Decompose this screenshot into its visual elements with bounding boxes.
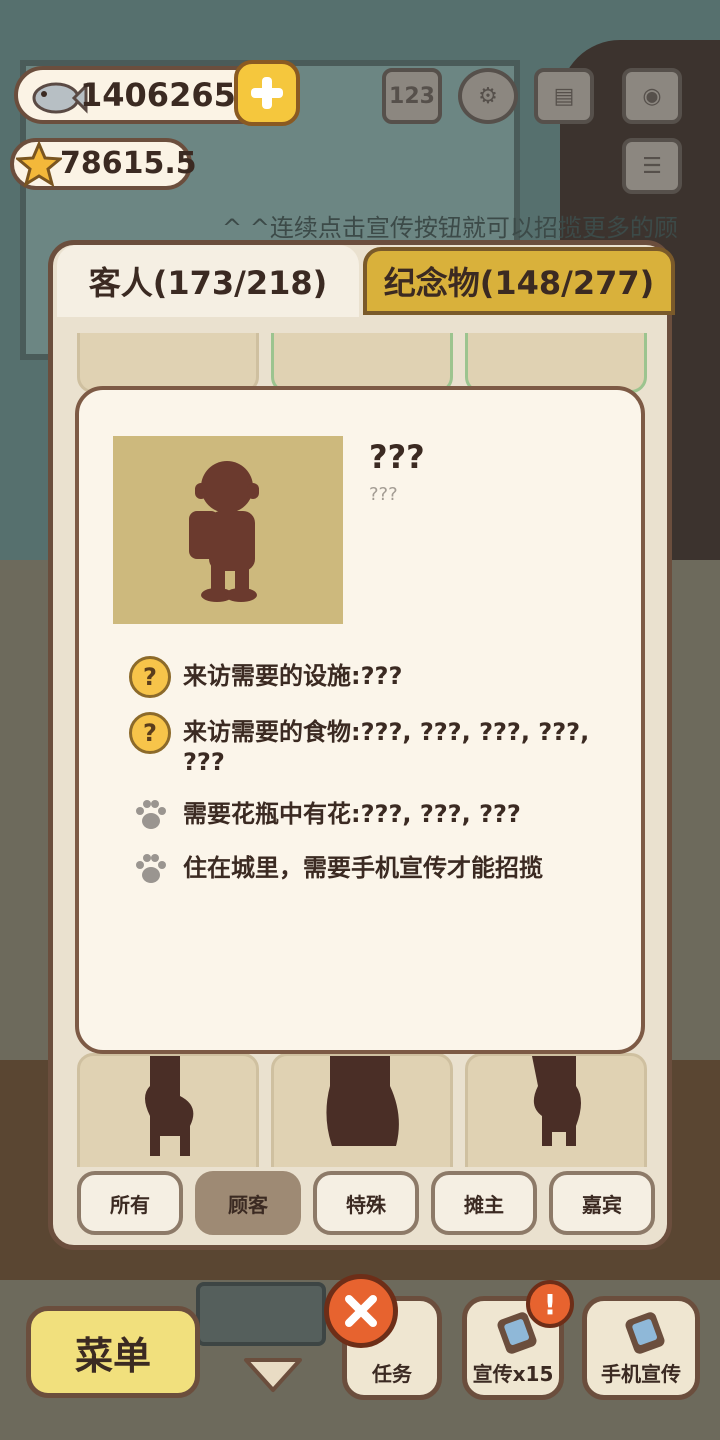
phone-promote-button[interactable]: 手机宣传 (582, 1296, 700, 1400)
customer-card[interactable] (271, 1053, 453, 1167)
customer-card[interactable] (77, 1053, 259, 1167)
filter-guest-button[interactable]: 嘉宾 (549, 1171, 655, 1235)
close-button[interactable] (324, 1274, 398, 1348)
tab-souvenirs[interactable]: 纪念物(148/277) (363, 247, 675, 315)
requirement-food: ? 来访需要的食物:???, ???, ???, ???, ??? (129, 712, 609, 777)
requirement-flowers: 需要花瓶中有花:???, ???, ??? (129, 794, 609, 836)
customer-card[interactable] (465, 1053, 647, 1167)
customer-name: ??? (369, 438, 425, 476)
filter-all-button[interactable]: 所有 (77, 1171, 183, 1235)
tab-customers[interactable]: 客人(173/218) (57, 245, 359, 317)
tasks-label: 任务 (372, 1362, 412, 1386)
requirement-facility: ? 来访需要的设施:??? (129, 656, 609, 698)
add-currency-button[interactable] (234, 60, 300, 126)
unknown-customer-silhouette-icon (189, 461, 259, 602)
fish-icon (32, 82, 88, 114)
settings-gear-icon[interactable]: ⚙ (458, 68, 518, 124)
customer-card[interactable] (271, 333, 453, 393)
promote-label: 宣传x15 (472, 1362, 554, 1386)
filter-special-button[interactable]: 特殊 (313, 1171, 419, 1235)
close-icon (345, 1295, 377, 1327)
plus-icon (251, 77, 283, 109)
phone-icon (625, 1312, 665, 1354)
newspaper-icon[interactable]: ☰ (622, 138, 682, 194)
requirement-text: 需要花瓶中有花:???, ???, ??? (183, 800, 521, 828)
album-book-icon[interactable]: ▤ (534, 68, 594, 124)
filter-customers-button[interactable]: 顾客 (195, 1171, 301, 1235)
customer-card[interactable] (465, 333, 647, 393)
customer-detail-popup: ??? ??? ? 来访需要的设施:??? ? 来访需要的食物:???, ???… (75, 386, 645, 1054)
customer-card[interactable] (77, 333, 259, 393)
chevron-down-icon[interactable] (242, 1356, 304, 1396)
customer-subtitle: ??? (369, 484, 398, 505)
map-scroll-icon (196, 1282, 326, 1346)
customer-silhouette-icon (145, 1056, 194, 1156)
phone-promote-label: 手机宣传 (601, 1362, 681, 1386)
filter-vendor-button[interactable]: 摊主 (431, 1171, 537, 1235)
ranking-icon[interactable]: 123 (382, 68, 442, 124)
customer-portrait (113, 436, 343, 624)
requirement-text: 来访需要的食物:???, ???, ???, ???, ??? (183, 718, 590, 776)
fish-count: 14062654 (80, 76, 259, 114)
customer-grid-bottom (77, 1053, 651, 1167)
requirement-text: 来访需要的设施:??? (183, 662, 403, 690)
question-icon: ? (129, 712, 171, 754)
customer-silhouette-icon (532, 1056, 581, 1146)
star-icon (16, 140, 62, 188)
requirement-text: 住在城里，需要手机宣传才能招揽 (183, 854, 543, 882)
customer-grid-top (77, 333, 651, 393)
customer-silhouette-icon (326, 1056, 399, 1146)
menu-button[interactable]: 菜单 (26, 1306, 200, 1398)
question-icon: ? (129, 656, 171, 698)
alert-badge: ! (526, 1280, 574, 1328)
camera-icon[interactable]: ◉ (622, 68, 682, 124)
star-rating-display: 78615.5 (10, 138, 197, 190)
paw-icon (129, 794, 171, 836)
paw-icon (129, 848, 171, 890)
filter-bar: 所有 顾客 特殊 摊主 嘉宾 (77, 1171, 655, 1237)
star-count: 78615.5 (60, 146, 197, 181)
requirement-phone-promo: 住在城里，需要手机宣传才能招揽 (129, 848, 609, 890)
